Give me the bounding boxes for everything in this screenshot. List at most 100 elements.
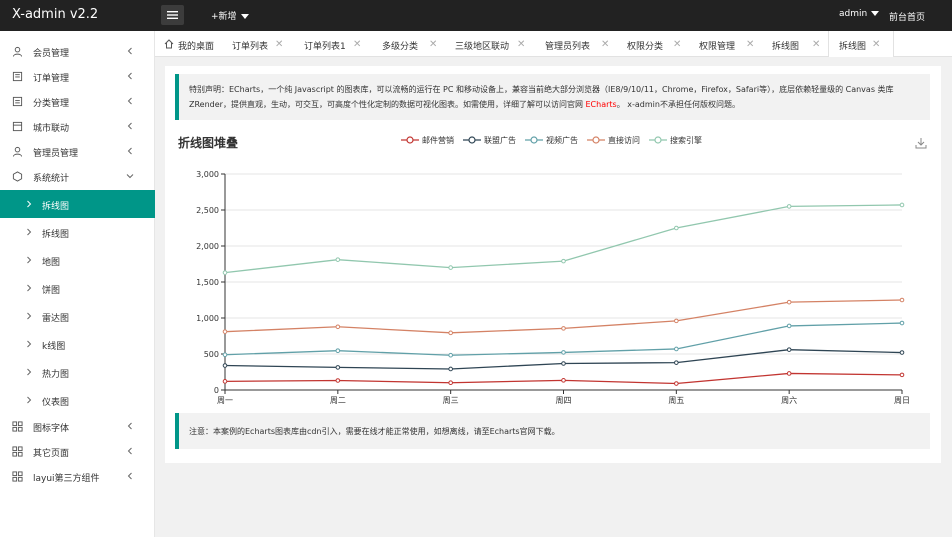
chevron-right-icon [27,312,32,320]
tab-label: 订单列表1 [304,42,346,52]
x-tick-label: 周一 [217,396,233,405]
y-tick-label: 1,500 [196,278,219,287]
x-tick-label: 周日 [894,396,910,405]
chevron-right-icon [27,256,32,264]
sidebar-item-statistics[interactable]: 系统统计 [0,164,155,189]
x-tick-label: 周五 [668,396,684,405]
close-icon[interactable]: ✕ [673,39,681,50]
sidebar: 会员管理 订单管理 分类管理 城市联动 管理员管理 系统统计 拆线图 拆线图 地… [0,31,155,537]
sidebar-item-other-pages[interactable]: 其它页面 [0,439,155,464]
order-icon [12,71,23,82]
sidebar-item-label: 其它页面 [33,449,70,459]
data-point [786,371,792,376]
menu-toggle-button[interactable] [161,5,184,25]
tab-label: 订单列表 [232,42,269,52]
app-logo[interactable]: X-admin v2.2 [12,7,98,22]
close-icon[interactable]: ✕ [746,39,754,50]
sidebar-item-members[interactable]: 会员管理 [0,39,155,64]
grid-icon [12,421,23,432]
tab-permission-category[interactable]: 权限分类 ✕ [616,31,688,57]
tab-order-list-1[interactable]: 订单列表1 ✕ [293,31,371,57]
chevron-left-icon [127,147,132,155]
tab-multi-category[interactable]: 多级分类 ✕ [371,31,444,57]
caret-down-icon [871,11,880,16]
tab-label: 我的桌面 [178,42,215,52]
add-new-label: +新增 [211,12,237,22]
sidebar-subitem-label: 仪表图 [42,398,70,408]
top-header: X-admin v2.2 +新增 admin 前台首页 [0,0,952,31]
x-tick-label: 周二 [330,396,346,405]
data-point [561,350,566,355]
data-point [448,380,453,386]
sidebar-item-layui-components[interactable]: layui第三方组件 [0,464,155,489]
data-point [786,204,792,209]
category-icon [12,96,23,107]
close-icon[interactable]: ✕ [353,39,361,50]
data-point [561,258,566,264]
x-tick-label: 周六 [781,395,797,405]
line-chart: 0 500 1,000 1,500 2,000 2,500 3,000 周一 周二 周三 周四 周五 周… [196,170,910,405]
tab-label: 拆线图 [772,42,800,52]
tab-permission-management[interactable]: 权限管理 ✕ [688,31,761,57]
tab-bar: 我的桌面 订单列表 ✕ 订单列表1 ✕ 多级分类 ✕ 三级地区联动 ✕ 管理员列… [155,31,952,57]
close-icon[interactable]: ✕ [429,39,437,50]
data-point [899,372,905,378]
data-point [561,326,566,331]
sidebar-subitem-kline[interactable]: k线图 [0,330,155,358]
data-point [335,348,341,353]
hamburger-icon [167,11,178,19]
sidebar-subitem-pie[interactable]: 饼图 [0,274,155,302]
add-new-menu[interactable]: +新增 [211,9,249,22]
data-point [899,297,905,303]
user-menu[interactable]: admin [839,9,880,19]
sidebar-item-label: 管理员管理 [33,149,79,159]
sidebar-item-icon-fonts[interactable]: 图标字体 [0,414,155,439]
data-point [786,323,792,329]
user-icon [12,46,23,57]
chevron-right-icon [27,340,32,348]
sidebar-subitem-line-chart[interactable]: 拆线图 [0,218,155,246]
sidebar-item-label: 图标字体 [33,424,70,434]
chevron-left-icon [127,47,132,55]
sidebar-item-categories[interactable]: 分类管理 [0,89,155,114]
tab-label: 三级地区联动 [455,42,510,52]
data-point [786,299,792,305]
chevron-left-icon [127,97,132,105]
sidebar-subitem-gauge[interactable]: 仪表图 [0,386,155,414]
tab-region-linkage[interactable]: 三级地区联动 ✕ [444,31,532,57]
close-icon[interactable]: ✕ [872,39,880,50]
close-icon[interactable]: ✕ [601,39,609,50]
tab-order-list[interactable]: 订单列表 ✕ [221,31,293,57]
chevron-left-icon [127,122,132,130]
main-content: 特别声明：ECharts，一个纯 Javascript 的图表库，可以流畅的运行… [165,66,941,463]
close-icon[interactable]: ✕ [812,39,820,50]
sidebar-item-orders[interactable]: 订单管理 [0,64,155,89]
data-point [674,360,679,365]
sidebar-subitem-label: k线图 [42,342,66,352]
tab-my-desktop[interactable]: 我的桌面 [155,31,220,57]
close-icon[interactable]: ✕ [517,39,525,50]
tab-label: 权限管理 [699,42,736,52]
data-point [222,270,228,275]
sidebar-subitem-map[interactable]: 地图 [0,246,155,274]
tab-line-chart[interactable]: 拆线图 ✕ [761,31,827,57]
sidebar-subitem-line-chart-active[interactable]: 拆线图 [0,190,155,218]
data-point [222,329,228,334]
y-tick-label: 2,000 [196,242,219,251]
footnote-box: 注意：本案例的Echarts图表库由cdn引入，需要在线才能正常使用，如想离线，… [175,413,930,449]
sidebar-subitem-label: 拆线图 [42,230,70,240]
sidebar-item-city-linkage[interactable]: 城市联动 [0,114,155,139]
sidebar-subitem-heatmap[interactable]: 热力图 [0,358,155,386]
chevron-down-icon [126,174,134,179]
chevron-left-icon [127,472,132,480]
close-icon[interactable]: ✕ [275,39,283,50]
sidebar-item-label: 城市联动 [33,124,70,134]
y-tick-label: 2,500 [196,206,219,215]
frontend-home-link[interactable]: 前台首页 [889,10,925,23]
sidebar-item-admins[interactable]: 管理员管理 [0,139,155,164]
tab-line-chart-active[interactable]: 拆线图 ✕ [828,31,894,57]
sidebar-subitem-radar[interactable]: 雷达图 [0,302,155,330]
grid-icon [12,446,23,457]
data-point [674,381,679,386]
tab-admin-list[interactable]: 管理员列表 ✕ [532,31,616,57]
